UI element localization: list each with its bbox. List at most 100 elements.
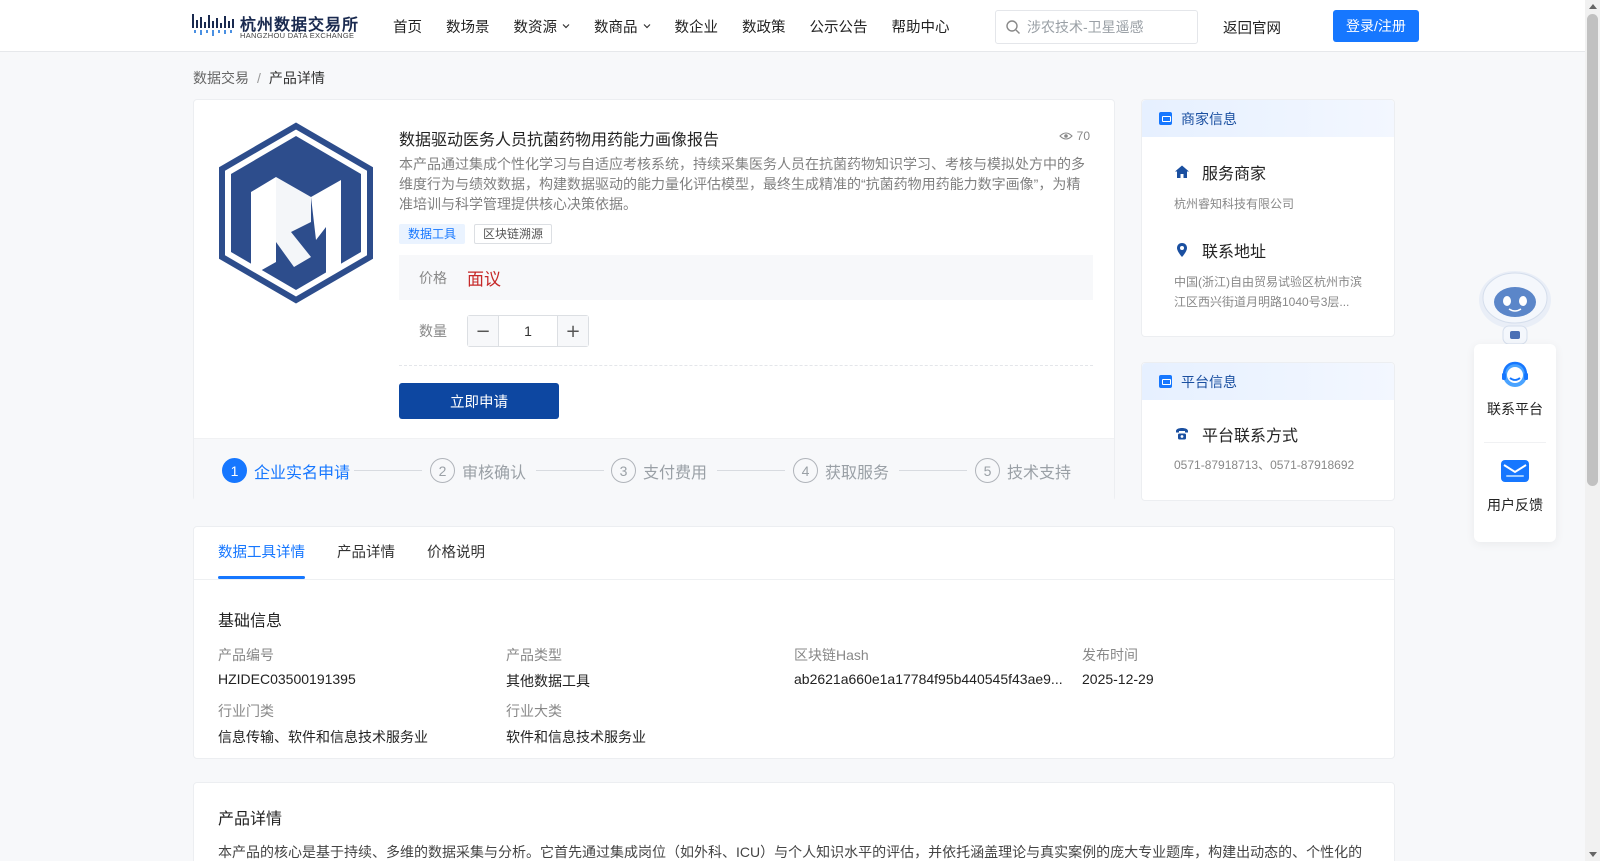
decrease-button[interactable]: − <box>468 316 499 346</box>
nav-label: 数资源 <box>513 19 558 36</box>
logo-bars-icon <box>192 14 234 36</box>
tag-blockchain: 区块链溯源 <box>474 224 553 244</box>
assistant-robot-icon[interactable] <box>1474 268 1556 346</box>
process-steps: 1 企业实名申请 2 审核确认 3 支付费用 4 获取服务 5 技术支持 <box>194 438 1114 501</box>
tag-data-tool: 数据工具 <box>399 224 466 244</box>
field-label: 行业大类 <box>506 703 562 719</box>
product-logo-image: RM <box>219 122 373 304</box>
back-to-official-link[interactable]: 返回官网 <box>1223 17 1281 38</box>
product-detail-card: 产品详情 本产品的核心是基于持续、多维的数据采集与分析。它首先通过集成岗位（如外… <box>193 782 1395 861</box>
view-count-value: 70 <box>1076 129 1090 143</box>
floating-service-panel: 联系平台 用户反馈 <box>1474 344 1556 542</box>
product-detail-title: 产品详情 <box>218 811 283 828</box>
nav-item-help[interactable]: 帮助中心 <box>892 16 950 37</box>
breadcrumb-separator: / <box>257 70 261 86</box>
search-icon <box>1006 20 1020 34</box>
quantity-value[interactable]: 1 <box>499 316 557 346</box>
eye-icon <box>1058 132 1073 140</box>
apply-now-button[interactable]: 立即申请 <box>399 383 559 419</box>
scroll-down-arrow-icon[interactable] <box>1589 852 1597 857</box>
field-value: 2025-12-29 <box>1082 671 1154 687</box>
field-value: 信息传输、软件和信息技术服务业 <box>218 729 428 745</box>
location-pin-icon <box>1177 243 1187 257</box>
logo-english-text: HANGZHOU DATA EXCHANGE <box>240 31 355 40</box>
merchant-info-icon <box>1159 112 1172 125</box>
step-3: 3 支付费用 <box>611 458 707 483</box>
step-label: 审核确认 <box>462 464 527 482</box>
field-label: 产品编号 <box>218 647 274 663</box>
increase-button[interactable]: + <box>557 316 588 346</box>
address-line-2: 江区西兴街道月明路1040号3层... <box>1174 295 1350 309</box>
service-merchant-value: 杭州睿知科技有限公司 <box>1174 197 1295 211</box>
nav-item-resources[interactable]: 数资源 <box>514 16 571 37</box>
main-nav: 首页 数场景 数资源 数商品 数企业 数政策 公示公告 帮助中心 <box>393 0 974 52</box>
price-value: 面议 <box>467 270 501 289</box>
search-input[interactable] <box>1027 19 1187 35</box>
nav-item-home[interactable]: 首页 <box>393 16 422 37</box>
basic-info-title: 基础信息 <box>218 613 283 630</box>
step-connector <box>899 470 967 471</box>
field-label: 发布时间 <box>1082 647 1138 663</box>
platform-info-icon <box>1159 375 1172 388</box>
nav-label: 帮助中心 <box>891 19 950 36</box>
merchant-info-card: 商家信息 服务商家 杭州睿知科技有限公司 联系地址 中国(浙江)自由贸易试验区杭… <box>1141 99 1395 337</box>
nav-label: 数政策 <box>742 19 786 36</box>
step-5: 5 技术支持 <box>975 458 1071 483</box>
platform-info-header: 平台信息 <box>1142 363 1394 400</box>
merchant-info-header: 商家信息 <box>1142 100 1394 137</box>
step-2: 2 审核确认 <box>430 458 526 483</box>
breadcrumb-root[interactable]: 数据交易 <box>193 70 249 86</box>
field-industry-category: 行业门类 信息传输、软件和信息技术服务业 <box>218 701 488 747</box>
page-scrollbar[interactable] <box>1585 0 1600 861</box>
home-icon <box>1175 165 1189 178</box>
quantity-stepper: − 1 + <box>467 315 589 347</box>
nav-label: 数企业 <box>674 19 719 36</box>
divider <box>399 365 1093 366</box>
nav-item-products[interactable]: 数商品 <box>594 16 651 37</box>
nav-item-scenes[interactable]: 数场景 <box>446 16 490 37</box>
nav-label: 公示公告 <box>809 19 868 36</box>
field-industry-major: 行业大类 软件和信息技术服务业 <box>506 701 776 747</box>
user-feedback-button[interactable]: 用户反馈 <box>1474 454 1556 515</box>
scroll-up-arrow-icon[interactable] <box>1589 4 1597 9</box>
search-box[interactable] <box>995 10 1198 44</box>
field-publish-date: 发布时间 2025-12-29 <box>1082 645 1352 687</box>
platform-contact-title: 平台联系方式 <box>1202 428 1299 445</box>
merchant-info-title: 商家信息 <box>1181 110 1237 127</box>
address-line-1: 中国(浙江)自由贸易试验区杭州市滨 <box>1174 275 1362 289</box>
nav-item-enterprises[interactable]: 数企业 <box>675 16 719 37</box>
nav-item-policies[interactable]: 数政策 <box>742 16 786 37</box>
step-number: 3 <box>611 458 636 483</box>
field-product-number: 产品编号 HZIDEC03500191395 <box>218 645 488 687</box>
nav-label: 数场景 <box>446 19 490 36</box>
field-value: HZIDEC03500191395 <box>218 671 356 687</box>
field-label: 行业门类 <box>218 703 274 719</box>
nav-label: 数商品 <box>594 19 638 36</box>
top-header: 杭州数据交易所 HANGZHOU DATA EXCHANGE 首页 数场景 数资… <box>0 0 1585 52</box>
nav-item-announcements[interactable]: 公示公告 <box>810 16 868 37</box>
address-title: 联系地址 <box>1202 244 1267 261</box>
step-number: 4 <box>793 458 818 483</box>
step-number: 5 <box>975 458 1000 483</box>
contact-platform-button[interactable]: 联系平台 <box>1474 358 1556 419</box>
tab-price-description[interactable]: 价格说明 <box>427 527 485 579</box>
field-label: 区块链Hash <box>794 647 869 663</box>
platform-contact-section: 平台联系方式 <box>1174 422 1298 446</box>
platform-info-card: 平台信息 平台联系方式 0571-87918713、0571-87918692 <box>1141 362 1395 501</box>
scrollbar-thumb[interactable] <box>1587 14 1598 486</box>
breadcrumb-current: 产品详情 <box>268 70 325 86</box>
login-register-button[interactable]: 登录/注册 <box>1333 10 1419 42</box>
price-row: 价格 面议 <box>399 255 1093 300</box>
quantity-row: 数量 − 1 + <box>399 313 1093 349</box>
step-label: 支付费用 <box>643 464 708 482</box>
chevron-down-icon <box>562 24 570 29</box>
panel-divider <box>1484 442 1546 443</box>
tab-product-details[interactable]: 产品详情 <box>337 527 395 579</box>
product-detail-text: 本产品的核心是基于持续、多维的数据采集与分析。它首先通过集成岗位（如外科、ICU… <box>218 844 1363 860</box>
field-value: 软件和信息技术服务业 <box>506 729 646 745</box>
service-merchant-section: 服务商家 <box>1174 160 1266 184</box>
service-merchant-title: 服务商家 <box>1202 166 1267 183</box>
site-logo[interactable]: 杭州数据交易所 HANGZHOU DATA EXCHANGE <box>192 10 358 42</box>
tab-data-tool-details[interactable]: 数据工具详情 <box>218 527 305 579</box>
phone-icon <box>1176 428 1188 440</box>
